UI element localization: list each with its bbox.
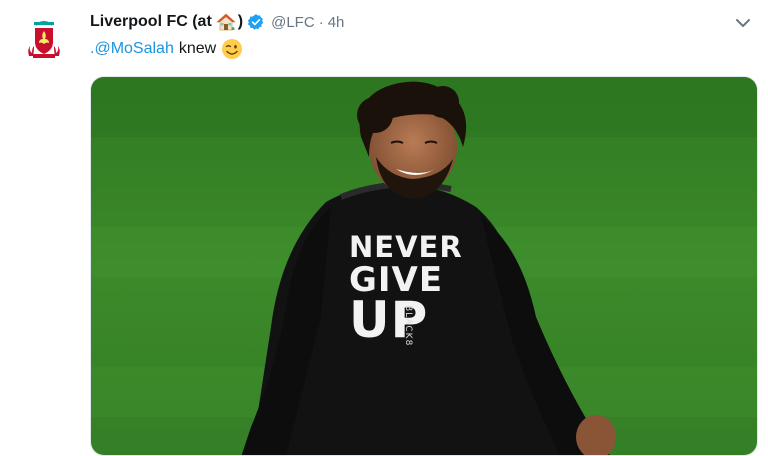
separator-dot: · [318,13,324,31]
house-emoji-icon [215,13,236,31]
avatar[interactable] [20,16,68,64]
chevron-down-icon[interactable] [734,16,752,30]
tweet-text: .@MoSalah knew [90,38,243,60]
timestamp[interactable]: 4h [328,14,345,31]
author-name-close: ) [237,13,244,30]
tweet-text-body: knew [178,40,217,57]
shirt-brand-text: BLACK8 [403,305,413,347]
mention-link[interactable]: .@MoSalah [90,38,174,60]
tweet-header: Liverpool FC (at ) @LFC · 4h [90,10,344,34]
author-name[interactable]: Liverpool FC (at [90,13,212,31]
winking-face-emoji-icon [222,39,243,59]
shirt-text-line-1: NEVER [349,230,463,264]
tweet-photo[interactable]: NEVER GIVE UP BLACK8 [90,76,758,456]
verified-badge-icon [248,14,264,30]
author-handle[interactable]: @LFC [271,14,315,31]
liverpool-crest-icon [20,16,68,64]
tweet[interactable]: Liverpool FC (at ) @LFC · 4h .@MoSalah k… [0,0,768,456]
shirt-text-line-3: UP [349,291,429,349]
